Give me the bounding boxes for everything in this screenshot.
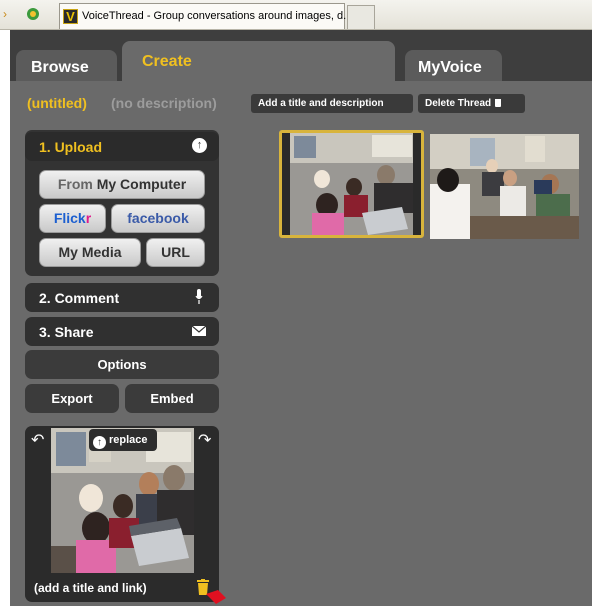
replace-label: replace (109, 434, 148, 446)
mouse-cursor-icon (206, 590, 226, 604)
tab-myvoice-label: MyVoice (418, 59, 482, 76)
classroom-photo-1 (290, 133, 413, 235)
microphone-icon (195, 289, 203, 304)
from-label: From (57, 176, 93, 192)
step-comment-header[interactable]: 2. Comment (25, 283, 219, 312)
from-my-computer-button[interactable]: From My Computer (39, 170, 205, 199)
add-title-button[interactable]: Add a title and description (251, 94, 413, 113)
delete-thread-label: Delete Thread (425, 98, 492, 109)
url-label: URL (161, 244, 190, 260)
thread-description[interactable]: (no description) (111, 95, 217, 111)
next-slide-icon[interactable]: ↷ (198, 433, 212, 449)
tab-browse[interactable]: Browse (16, 50, 117, 81)
flickr-label-b: r (85, 210, 92, 226)
browser-tab-strip: › V VoiceThread - Group conversations ar… (0, 0, 592, 30)
slide-caption-link[interactable]: (add a title and link) (34, 581, 147, 595)
bookmark-icon[interactable]: › (3, 8, 9, 20)
voicethread-app: Browse Create MyVoice (untitled) (no des… (10, 30, 592, 606)
flickr-label-a: Flick (53, 210, 86, 226)
tab-create-label: Create (142, 53, 192, 70)
facebook-button[interactable]: facebook (111, 204, 205, 233)
step-comment-label: 2. Comment (39, 290, 120, 306)
options-label: Options (97, 357, 147, 372)
step-share-header[interactable]: 3. Share (25, 317, 219, 346)
my-media-label: My Media (58, 244, 122, 260)
tab-browse-label: Browse (31, 59, 89, 76)
embed-label: Embed (150, 391, 194, 406)
browser-tab-title: VoiceThread - Group conversations around… (82, 10, 353, 22)
add-title-label: Add a title and description (258, 98, 384, 109)
export-label: Export (51, 391, 93, 406)
envelope-icon (192, 326, 206, 336)
previous-slide-icon[interactable]: ↶ (31, 433, 45, 449)
classroom-photo-2 (430, 134, 579, 239)
slide-thumbnail-2[interactable] (430, 134, 579, 239)
replace-button[interactable]: ↑ replace (89, 429, 157, 451)
upload-icon: ↑ (93, 436, 106, 449)
trash-icon (495, 99, 502, 107)
step-upload-header[interactable]: 1. Upload ↑ (25, 132, 219, 161)
thread-title[interactable]: (untitled) (27, 95, 87, 111)
embed-button[interactable]: Embed (125, 384, 219, 413)
upload-icon: ↑ (192, 138, 207, 153)
export-button[interactable]: Export (25, 384, 119, 413)
tab-myvoice[interactable]: MyVoice (405, 50, 502, 81)
facebook-label: facebook (127, 210, 189, 226)
slide-thumbnail-1[interactable] (279, 130, 424, 238)
step-upload-label: 1. Upload (39, 139, 103, 155)
browser-tab-new[interactable] (347, 5, 375, 29)
voicethread-favicon: V (63, 9, 78, 24)
options-button[interactable]: Options (25, 350, 219, 379)
browser-tab-voicethread[interactable]: V VoiceThread - Group conversations arou… (59, 3, 352, 29)
step-share-label: 3. Share (39, 324, 94, 340)
delete-thread-button[interactable]: Delete Thread (418, 94, 525, 113)
url-button[interactable]: URL (146, 238, 205, 267)
flickr-button[interactable]: Flickr (39, 204, 106, 233)
puzzle-icon[interactable] (25, 6, 41, 22)
tab-create[interactable]: Create (122, 41, 395, 81)
my-media-button[interactable]: My Media (39, 238, 141, 267)
my-computer-label: My Computer (96, 176, 187, 192)
